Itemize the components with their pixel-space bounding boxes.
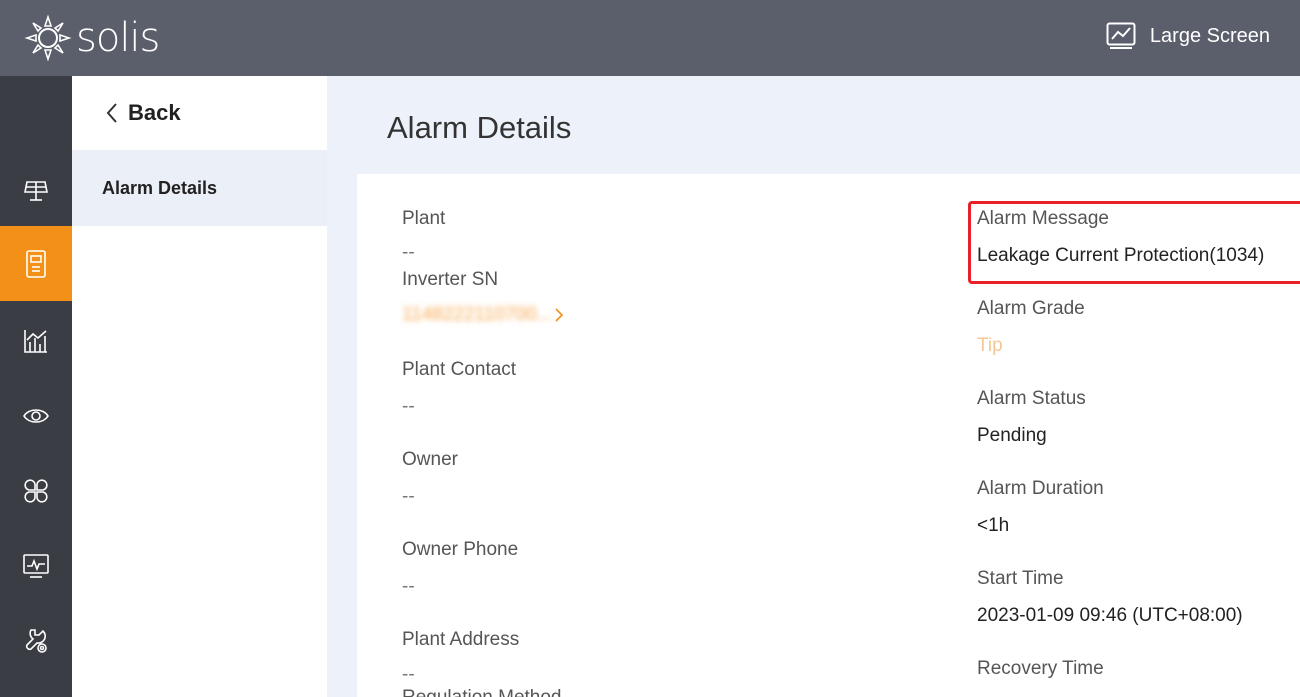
- apps-icon: [24, 478, 48, 503]
- plant-address-label: Plant Address: [402, 629, 520, 650]
- alarm-status-label: Alarm Status: [977, 388, 1086, 409]
- nav-statistics[interactable]: [0, 303, 72, 378]
- back-label: Back: [128, 100, 181, 125]
- nav-monitoring[interactable]: [0, 378, 72, 453]
- start-time-value: 2023-01-09 09:46 (UTC+08:00): [977, 605, 1243, 626]
- owner-phone-value: --: [402, 576, 415, 597]
- subnav-item-alarm-details[interactable]: Alarm Details: [72, 150, 327, 226]
- owner-value: --: [402, 486, 415, 507]
- large-screen-button[interactable]: Large Screen: [1106, 22, 1270, 50]
- monitor-icon: [23, 553, 49, 578]
- plant-value: --: [402, 242, 415, 263]
- alarm-duration-value: <1h: [977, 515, 1010, 536]
- owner-label: Owner: [402, 449, 458, 470]
- large-screen-label: Large Screen: [1149, 24, 1270, 47]
- service-icon: [25, 628, 47, 653]
- line-chart-icon: [1106, 22, 1136, 49]
- inverter-sn-value: 1148222110700...: [402, 304, 553, 325]
- sun-logo-icon: [24, 14, 72, 62]
- alarm-message-label: Alarm Message: [977, 208, 1109, 229]
- inverter-sn-label: Inverter SN: [402, 269, 499, 290]
- nav-plants[interactable]: [0, 153, 72, 228]
- alarm-message-value: Leakage Current Protection(1034): [977, 245, 1265, 266]
- plant-address-value: --: [402, 664, 415, 685]
- logo-text: solis: [76, 15, 160, 61]
- chart-icon: [24, 329, 47, 353]
- solar-panel-icon: [24, 180, 48, 201]
- start-time-label: Start Time: [977, 568, 1064, 589]
- recovery-time-label: Recovery Time: [977, 658, 1104, 679]
- details-panel: Plant -- Inverter SN 1148222110700... Pl…: [357, 174, 1300, 697]
- regulation-method-label: Regulation Method: [402, 687, 562, 697]
- nav-dashboard[interactable]: [0, 528, 72, 603]
- top-header: solis Large Screen: [0, 0, 1300, 76]
- subnav-item-label: Alarm Details: [102, 177, 218, 198]
- nav-service[interactable]: [0, 603, 72, 678]
- chevron-right-icon: [555, 308, 564, 322]
- plant-label: Plant: [402, 208, 446, 229]
- sub-navigation: Back Alarm Details: [72, 76, 327, 697]
- eye-icon: [23, 408, 49, 423]
- left-navigation: [0, 76, 72, 697]
- back-button[interactable]: Back: [72, 76, 327, 150]
- plant-contact-label: Plant Contact: [402, 359, 517, 380]
- nav-apps[interactable]: [0, 453, 72, 528]
- plant-contact-value: --: [402, 396, 415, 417]
- main-content: Alarm Details Plant -- Inverter SN 11482…: [327, 76, 1300, 697]
- inverter-sn-link[interactable]: 1148222110700...: [402, 304, 564, 326]
- owner-phone-label: Owner Phone: [402, 539, 519, 560]
- nav-devices[interactable]: [0, 226, 72, 301]
- alarm-duration-label: Alarm Duration: [977, 478, 1104, 499]
- alarm-grade-label: Alarm Grade: [977, 298, 1085, 319]
- chevron-left-icon: [106, 103, 117, 123]
- page-title: Alarm Details: [387, 110, 572, 145]
- device-icon: [26, 249, 46, 278]
- alarm-grade-value: Tip: [977, 335, 1003, 356]
- solis-logo[interactable]: solis: [24, 14, 160, 62]
- alarm-status-value: Pending: [977, 425, 1047, 446]
